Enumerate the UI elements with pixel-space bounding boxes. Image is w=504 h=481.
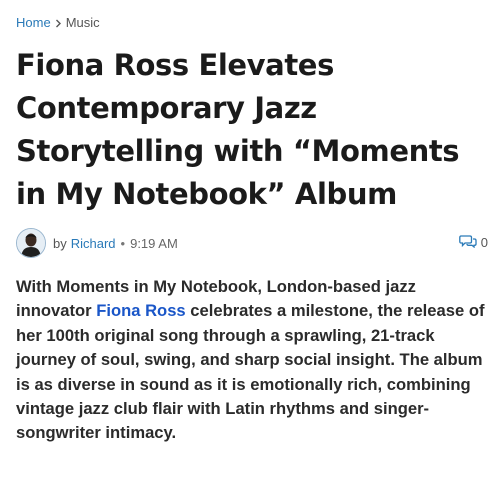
artist-link[interactable]: Fiona Ross	[96, 301, 185, 320]
meta-separator: •	[120, 235, 126, 251]
publish-time: 9:19 AM	[130, 235, 178, 251]
article-title: Fiona Ross Elevates Contemporary Jazz St…	[16, 48, 460, 211]
byline-prefix: by	[53, 235, 67, 251]
comment-count: 0	[480, 235, 488, 250]
breadcrumb-current[interactable]: Music	[66, 14, 100, 32]
author-link[interactable]: Richard	[71, 236, 116, 251]
chevron-right-icon	[55, 19, 62, 28]
breadcrumb: Home Music	[16, 14, 492, 32]
article-meta: by Richard • 9:19 AM 0	[16, 227, 492, 259]
article-lead-paragraph: With Moments in My Notebook, London-base…	[16, 275, 492, 446]
comments-link[interactable]: 0	[458, 234, 488, 251]
author-avatar[interactable]	[16, 228, 46, 258]
byline: by Richard • 9:19 AM	[53, 236, 178, 251]
comment-bubble-icon	[458, 234, 477, 251]
article-page: Home Music Fiona Ross Elevates Contempor…	[16, 14, 492, 446]
breadcrumb-home-link[interactable]: Home	[16, 14, 51, 32]
lead-text-end: celebrates a milestone, the release of h…	[16, 301, 485, 443]
